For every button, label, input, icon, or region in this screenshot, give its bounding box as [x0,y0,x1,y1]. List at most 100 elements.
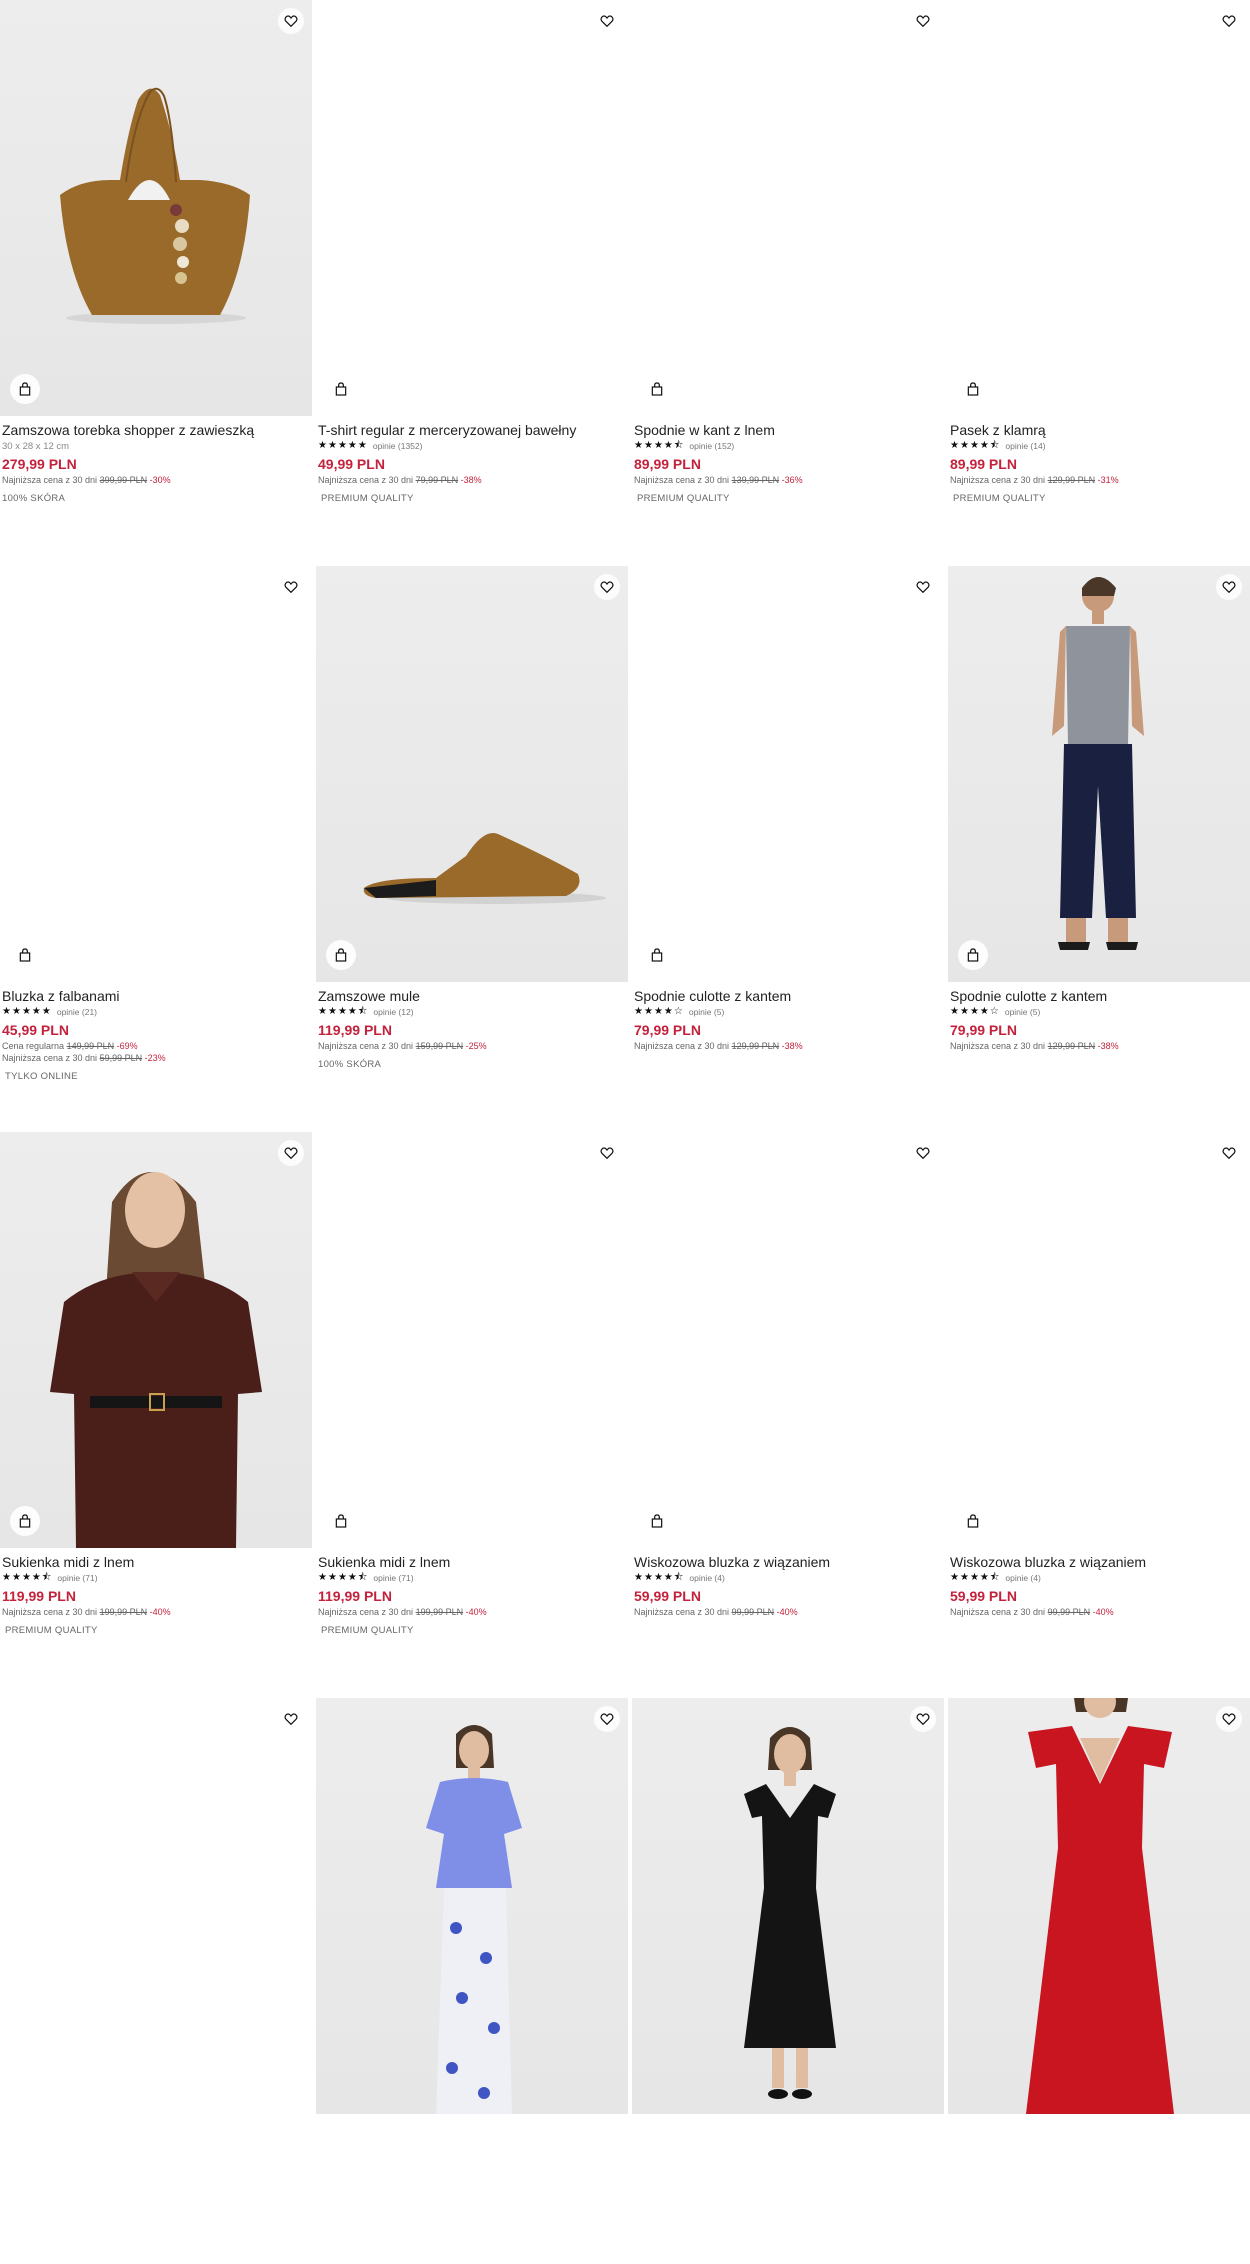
product-name[interactable]: Sukienka midi z lnem [318,1554,626,1570]
wishlist-heart-icon[interactable] [278,1140,304,1166]
product-card[interactable]: Sukienka midi z lnem ★ ★ ★ ★ ⯪ opinie (71) 119,… [316,1132,628,1698]
review-count[interactable]: opinie (5) [689,1007,724,1017]
product-image[interactable] [316,566,628,982]
wishlist-heart-icon[interactable] [594,8,620,34]
review-count[interactable]: opinie (21) [57,1007,97,1017]
add-to-cart-bag-icon[interactable] [642,374,672,404]
product-image[interactable] [316,0,628,416]
product-name[interactable]: Spodnie culotte z kantem [950,988,1248,1004]
product-card[interactable]: Spodnie w kant z lnem ★ ★ ★ ★ ⯪ opinie (152) 89… [632,0,944,566]
wishlist-heart-icon[interactable] [594,1706,620,1732]
product-card[interactable] [632,1698,944,2264]
wishlist-heart-icon[interactable] [1216,1706,1242,1732]
lowest-price: 129,99 PLN [1047,1041,1096,1051]
rating-star-icon: ★ [634,440,643,451]
product-card[interactable]: Pasek z klamrą ★ ★ ★ ★ ⯪ opinie (14) 89,99 PLN N… [948,0,1250,566]
product-card[interactable]: Zamszowa torebka shopper z zawieszką 30 x… [0,0,312,566]
review-count[interactable]: opinie (5) [1005,1007,1040,1017]
product-name[interactable]: Wiskozowa bluzka z wiązaniem [634,1554,942,1570]
wishlist-heart-icon[interactable] [1216,8,1242,34]
product-card[interactable]: Spodnie culotte z kantem ★ ★ ★ ★ ☆ opinie (5) 7… [948,566,1250,1132]
add-to-cart-bag-icon[interactable] [326,1506,356,1536]
product-image[interactable] [948,566,1250,982]
product-info: Zamszowe mule ★ ★ ★ ★ ⯪ opinie (12) 119,99 PLN N… [316,982,628,1070]
review-count[interactable]: opinie (14) [1005,441,1045,451]
product-tag: PREMIUM QUALITY [953,493,1046,504]
product-image[interactable] [316,1698,628,2114]
product-card[interactable]: T-shirt regular z merceryzowanej bawełny… [316,0,628,566]
wishlist-heart-icon[interactable] [910,1706,936,1732]
review-count[interactable]: opinie (71) [57,1573,97,1583]
product-card[interactable]: Zamszowe mule ★ ★ ★ ★ ⯪ opinie (12) 119,99 PLN N… [316,566,628,1132]
wishlist-heart-icon[interactable] [594,1140,620,1166]
product-name[interactable]: Spodnie w kant z lnem [634,422,942,438]
review-count[interactable]: opinie (4) [1005,1573,1040,1583]
product-name[interactable]: Pasek z klamrą [950,422,1248,438]
product-name[interactable]: Bluzka z falbanami [2,988,310,1004]
product-image[interactable] [632,0,944,416]
add-to-cart-bag-icon[interactable] [326,940,356,970]
product-card[interactable]: Wiskozowa bluzka z wiązaniem ★ ★ ★ ★ ⯪ opinie … [948,1132,1250,1698]
product-tag: 100% SKÓRA [318,1059,382,1070]
product-name[interactable]: Sukienka midi z lnem [2,1554,310,1570]
product-card[interactable]: Bluzka z falbanami ★ ★ ★ ★ ★ opinie (21) 45,99 … [0,566,312,1132]
add-to-cart-bag-icon[interactable] [10,1506,40,1536]
wishlist-heart-icon[interactable] [910,8,936,34]
product-card[interactable] [316,1698,628,2264]
product-name[interactable]: Spodnie culotte z kantem [634,988,942,1004]
wishlist-heart-icon[interactable] [1216,574,1242,600]
product-image[interactable] [632,1132,944,1548]
add-to-cart-bag-icon[interactable] [642,940,672,970]
add-to-cart-bag-icon[interactable] [958,1506,988,1536]
lowest-price-line: Najniższa cena z 30 dni 159,99 PLN -25% [318,1041,626,1051]
add-to-cart-bag-icon[interactable] [10,374,40,404]
product-name[interactable]: T-shirt regular z merceryzowanej bawełny [318,422,626,438]
add-to-cart-bag-icon[interactable] [958,374,988,404]
product-image[interactable] [632,1698,944,2114]
review-count[interactable]: opinie (4) [689,1573,724,1583]
product-image[interactable] [948,1132,1250,1548]
review-count[interactable]: opinie (12) [373,1007,413,1017]
rating-star-icon: ★ [31,1006,41,1017]
add-to-cart-bag-icon[interactable] [10,940,40,970]
product-image[interactable] [948,0,1250,416]
product-name[interactable]: Zamszowe mule [318,988,626,1004]
review-count[interactable]: opinie (71) [373,1573,413,1583]
product-card[interactable]: Spodnie culotte z kantem ★ ★ ★ ★ ☆ opinie (5) 7… [632,566,944,1132]
add-to-cart-bag-icon[interactable] [326,374,356,404]
product-image[interactable] [316,1132,628,1548]
lowest-discount: -23% [144,1053,166,1063]
add-to-cart-bag-icon[interactable] [642,1506,672,1536]
rating-star-icon: ★ [347,1572,357,1583]
rating-star-icon: ★ [663,1006,673,1017]
product-image[interactable] [0,1698,312,2114]
product-card[interactable] [948,1698,1250,2264]
rating-star-icon: ★ [653,1572,663,1583]
wishlist-heart-icon[interactable] [278,1706,304,1732]
product-rating: ★ ★ ★ ★ ⯪ opinie (4) [634,1572,942,1584]
wishlist-heart-icon[interactable] [910,574,936,600]
wishlist-heart-icon[interactable] [910,1140,936,1166]
review-count[interactable]: opinie (1352) [373,441,423,451]
lowest-price-label: Najniższa cena z 30 dni [2,1607,98,1617]
lowest-price-line: Najniższa cena z 30 dni 59,99 PLN -23% [2,1053,310,1063]
product-image[interactable] [0,1132,312,1548]
add-to-cart-bag-icon[interactable] [958,940,988,970]
product-rating: ★ ★ ★ ★ ⯪ opinie (71) [318,1572,626,1584]
product-image[interactable] [948,1698,1250,2114]
product-image[interactable] [0,566,312,982]
product-card[interactable]: Sukienka midi z lnem ★ ★ ★ ★ ⯪ opinie (71) 119,… [0,1132,312,1698]
product-image[interactable] [0,0,312,416]
lowest-discount: -38% [781,1041,803,1051]
product-name[interactable]: Wiskozowa bluzka z wiązaniem [950,1554,1248,1570]
lowest-price: 129,99 PLN [1047,475,1096,485]
wishlist-heart-icon[interactable] [594,574,620,600]
product-image[interactable] [632,566,944,982]
product-card[interactable]: Wiskozowa bluzka z wiązaniem ★ ★ ★ ★ ⯪ opinie … [632,1132,944,1698]
product-card[interactable] [0,1698,312,2264]
product-name[interactable]: Zamszowa torebka shopper z zawieszką [2,422,310,438]
wishlist-heart-icon[interactable] [1216,1140,1242,1166]
review-count[interactable]: opinie (152) [689,441,734,451]
wishlist-heart-icon[interactable] [278,8,304,34]
wishlist-heart-icon[interactable] [278,574,304,600]
